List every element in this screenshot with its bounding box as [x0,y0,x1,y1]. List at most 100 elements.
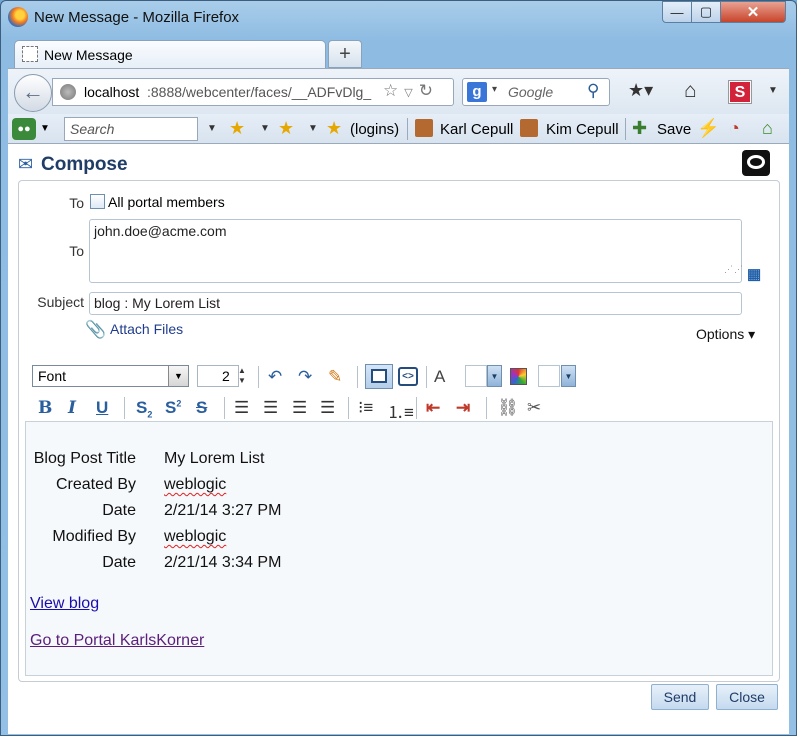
link-icon[interactable]: ⛓ [497,398,519,418]
superscript-icon[interactable]: S2 [165,398,181,418]
star-dropdown-icon[interactable]: ▼ [260,123,270,134]
strikethrough-icon[interactable]: S [196,398,207,418]
modified-by-label: Modified By [52,528,136,545]
align-left-icon[interactable]: ☰ [234,398,249,418]
firefox-logo-icon [8,7,28,27]
all-members-label[interactable]: All portal members [108,194,225,210]
modified-by-value: weblogic [164,528,227,545]
clock-icon[interactable]: ◔ [729,118,740,139]
search-dropdown-icon[interactable]: ▼ [207,123,217,134]
extension-robot-icon[interactable]: ●● [12,118,36,140]
search-placeholder: Google [508,84,554,100]
undo-icon[interactable]: ↶ [268,367,282,387]
bold-icon[interactable]: B [38,398,52,418]
view-blog-link[interactable]: View blog [30,595,99,613]
blog-title-label: Blog Post Title [33,450,136,467]
unlink-icon[interactable]: ✂ [527,398,541,418]
send-button[interactable]: Send [651,684,709,710]
user-kim-bookmark[interactable]: Kim Cepull [546,121,619,138]
paperclip-icon[interactable]: 📎 [85,320,106,340]
star-icon[interactable]: ★ [229,118,245,139]
dropdown-arrow-icon[interactable]: ▽ [404,87,418,99]
google-icon[interactable]: g [467,82,487,102]
search-icon[interactable]: ⚲ [587,81,599,101]
compose-mail-icon: ✉ [18,154,34,174]
close-window-button[interactable]: ✕ [720,1,786,23]
toolbar-divider [407,118,408,140]
font-dropdown-icon[interactable]: ▼ [168,366,188,386]
toolbar-divider [258,366,259,388]
toolbar-divider [224,397,225,419]
minimize-button[interactable]: — [662,1,692,23]
all-members-checkbox[interactable] [90,194,105,209]
subject-label: Subject [37,294,84,310]
bookmark-star-icon[interactable]: ☆ [383,81,404,100]
reload-icon[interactable]: ↻ [419,81,439,100]
save-bookmark[interactable]: Save [657,121,691,138]
url-path: :8888/webcenter/faces/__ADFvDlg_ [147,84,372,100]
user-karl-bookmark[interactable]: Karl Cepull [440,121,513,138]
lightning-icon[interactable]: ⚡ [697,118,719,139]
modified-date-value: 2/21/14 3:34 PM [164,554,282,571]
options-menu[interactable]: Options ▾ [696,326,755,343]
indent-icon[interactable]: ⇥ [456,398,470,418]
clear-format-icon[interactable]: ✎ [328,367,342,387]
numbered-list-icon[interactable]: ⒈≡ [387,398,414,423]
redo-icon[interactable]: ↷ [298,367,312,387]
background-color-dropdown-icon[interactable]: ▼ [561,365,576,387]
save-icon[interactable]: ✚ [632,118,647,139]
toolbar-search-placeholder: Search [70,121,115,137]
background-color-icon[interactable] [510,368,527,385]
people-picker-icon[interactable]: ▦ [747,265,761,283]
bulleted-list-icon[interactable]: ⁝≡ [358,398,373,418]
back-button[interactable]: ← [14,74,52,112]
star-dropdown-icon[interactable]: ▼ [308,123,318,134]
oracle-logo-ring [747,155,765,169]
created-by-value: weblogic [164,476,227,493]
home-green-icon[interactable]: ⌂ [762,118,773,139]
text-color-icon[interactable]: A [434,367,445,387]
menu-arrow-icon[interactable]: ▼ [768,85,778,96]
star-icon[interactable]: ★ [278,118,294,139]
maximize-button[interactable]: ▢ [691,1,721,23]
italic-icon[interactable]: I [68,398,76,418]
home-icon[interactable]: ⌂ [684,79,697,103]
subject-field-value: blog : My Lorem List [94,295,221,311]
font-size-spinner-icon[interactable]: ▲ ▼ [238,366,246,386]
resize-grip-icon[interactable]: ⋰⋰ [724,264,744,275]
to-label: To [69,195,84,211]
source-mode-icon[interactable]: <> [398,367,418,386]
text-color-dropdown-icon[interactable]: ▼ [487,365,502,387]
background-color-swatch[interactable] [538,365,560,387]
star-icon[interactable]: ★ [326,118,342,139]
url-host: localhost [84,84,140,100]
modified-date-label: Date [102,554,136,571]
page-icon [22,46,38,62]
bookmarks-menu-icon[interactable]: ★▾ [628,80,653,101]
engine-dropdown-icon[interactable]: ▾ [492,84,497,95]
blog-title-value: My Lorem List [164,450,265,467]
logins-bookmark[interactable]: (logins) [350,121,399,138]
portal-link[interactable]: Go to Portal KarlsKorner [30,632,204,650]
window-title: New Message - Mozilla Firefox [34,9,240,26]
url-actions[interactable]: ☆▽↻ [383,81,439,101]
attach-files-link[interactable]: Attach Files [110,321,183,337]
font-size-select[interactable] [197,365,239,387]
subscript-icon[interactable]: S2 [136,398,152,419]
design-mode-icon [371,369,387,383]
font-select-value: Font [38,368,67,384]
align-center-icon[interactable]: ☰ [263,398,278,418]
text-color-swatch[interactable] [465,365,487,387]
align-right-icon[interactable]: ☰ [292,398,307,418]
underline-icon[interactable]: U [96,398,108,418]
created-date-value: 2/21/14 3:27 PM [164,502,282,519]
new-tab-button[interactable]: + [328,40,362,68]
toolbar-divider [348,397,349,419]
extension-s-icon[interactable]: S [728,80,752,104]
extension-dropdown-icon[interactable]: ▼ [40,123,50,134]
toolbar-divider [426,366,427,388]
justify-icon[interactable]: ☰ [320,398,335,418]
outdent-icon[interactable]: ⇤ [426,398,440,418]
close-button[interactable]: Close [716,684,778,710]
toolbar-divider [486,397,487,419]
